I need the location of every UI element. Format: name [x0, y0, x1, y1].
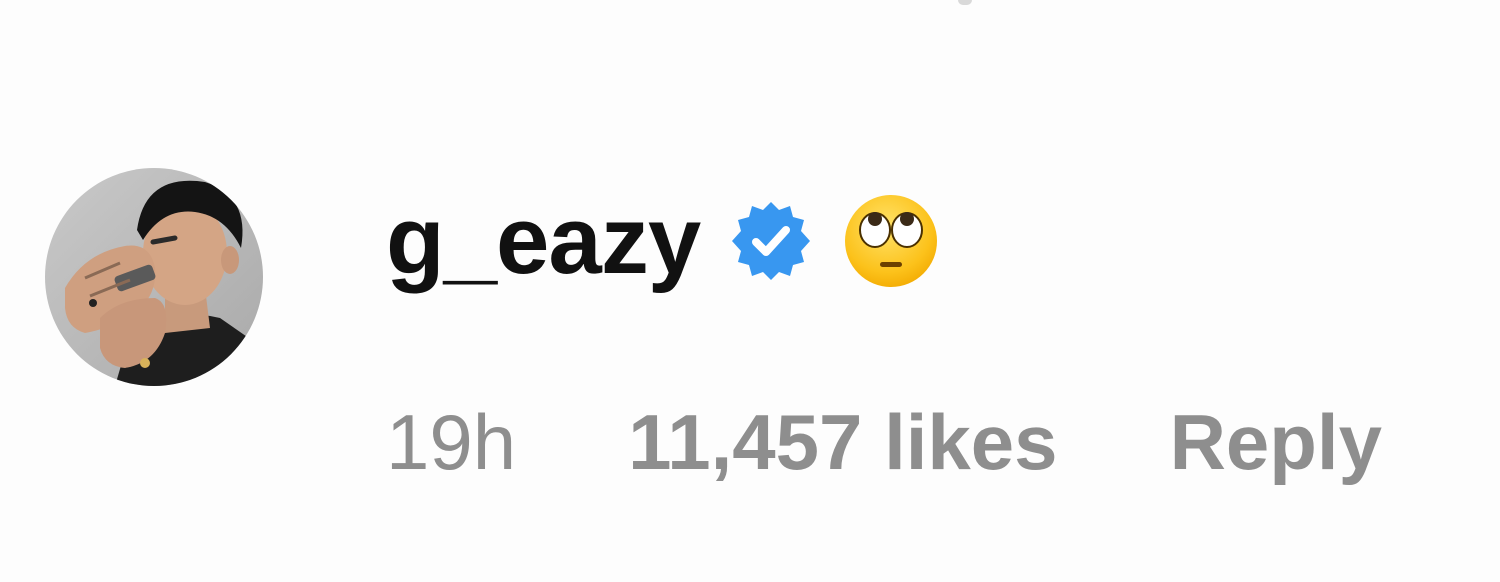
verified-badge-icon	[730, 200, 812, 282]
username-row: g_eazy	[386, 186, 940, 296]
likes-count[interactable]: 11,457 likes	[628, 392, 1057, 492]
timestamp[interactable]: 19h	[386, 392, 516, 492]
reply-button[interactable]: Reply	[1170, 392, 1382, 492]
face-with-rolling-eyes-icon	[842, 192, 940, 290]
username[interactable]: g_eazy	[386, 186, 701, 296]
comment: g_eazy 19h 11,457 likes Reply	[0, 0, 1500, 582]
page: g_eazy 19h 11,457 likes Reply	[0, 0, 1500, 582]
avatar[interactable]	[45, 168, 263, 386]
avatar-image	[45, 168, 263, 386]
comment-meta-row: 19h 11,457 likes Reply	[386, 392, 1382, 492]
